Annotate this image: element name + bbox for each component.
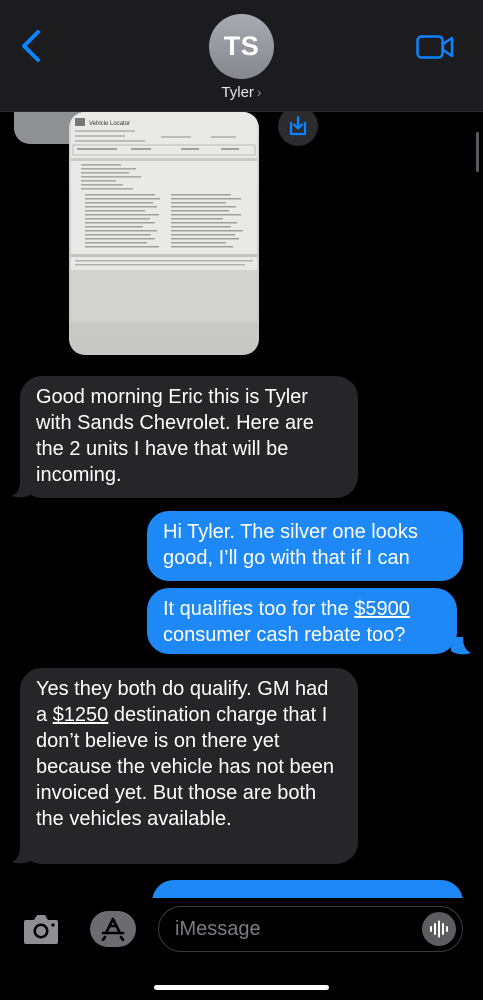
back-chevron-icon[interactable] (14, 26, 50, 66)
message-input-field[interactable] (158, 906, 463, 952)
message-text: Good morning Eric this is Tyler with San… (36, 386, 314, 486)
message-input[interactable] (175, 907, 405, 951)
contact-name-row[interactable]: Tyler › (0, 84, 483, 101)
received-message-bubble[interactable]: Good morning Eric this is Tyler with San… (20, 376, 358, 498)
waveform-icon (430, 920, 448, 938)
download-icon (289, 115, 307, 136)
contact-avatar[interactable]: TS (209, 14, 274, 79)
message-text: Hi Tyler. The silver one looks good, I’l… (163, 521, 418, 569)
save-attachment-button[interactable] (278, 106, 318, 146)
bubble-tail (12, 846, 32, 864)
bubble-tail (12, 480, 32, 498)
vehicle-locator-photo[interactable]: Vehicle Locator (69, 112, 259, 355)
price-link[interactable]: $5900 (354, 598, 410, 620)
price-link[interactable]: $1250 (53, 704, 109, 726)
app-store-button[interactable] (90, 911, 136, 947)
doc-title: Vehicle Locator (89, 121, 130, 127)
bubble-tail (451, 637, 471, 655)
received-message-bubble[interactable]: Yes they both do qualify. GM had a $1250… (20, 668, 358, 864)
conversation-header: TS Tyler › (0, 0, 483, 112)
scroll-indicator[interactable] (476, 132, 479, 172)
app-store-icon (101, 917, 125, 941)
message-text-prefix: It qualifies too for the (163, 598, 355, 620)
home-indicator[interactable] (154, 985, 329, 990)
camera-icon[interactable] (22, 912, 60, 946)
video-camera-icon[interactable] (416, 34, 454, 60)
vehicle-locator-document: Vehicle Locator (71, 112, 257, 322)
message-text-suffix: consumer cash rebate too? (163, 624, 406, 646)
chevron-right-icon: › (256, 84, 262, 100)
sent-message-bubble[interactable]: Hi Tyler. The silver one looks good, I’l… (147, 511, 463, 581)
sent-message-bubble[interactable]: It qualifies too for the $5900 consumer … (147, 588, 457, 654)
contact-name[interactable]: Tyler (221, 84, 254, 101)
audio-message-button[interactable] (422, 912, 456, 946)
